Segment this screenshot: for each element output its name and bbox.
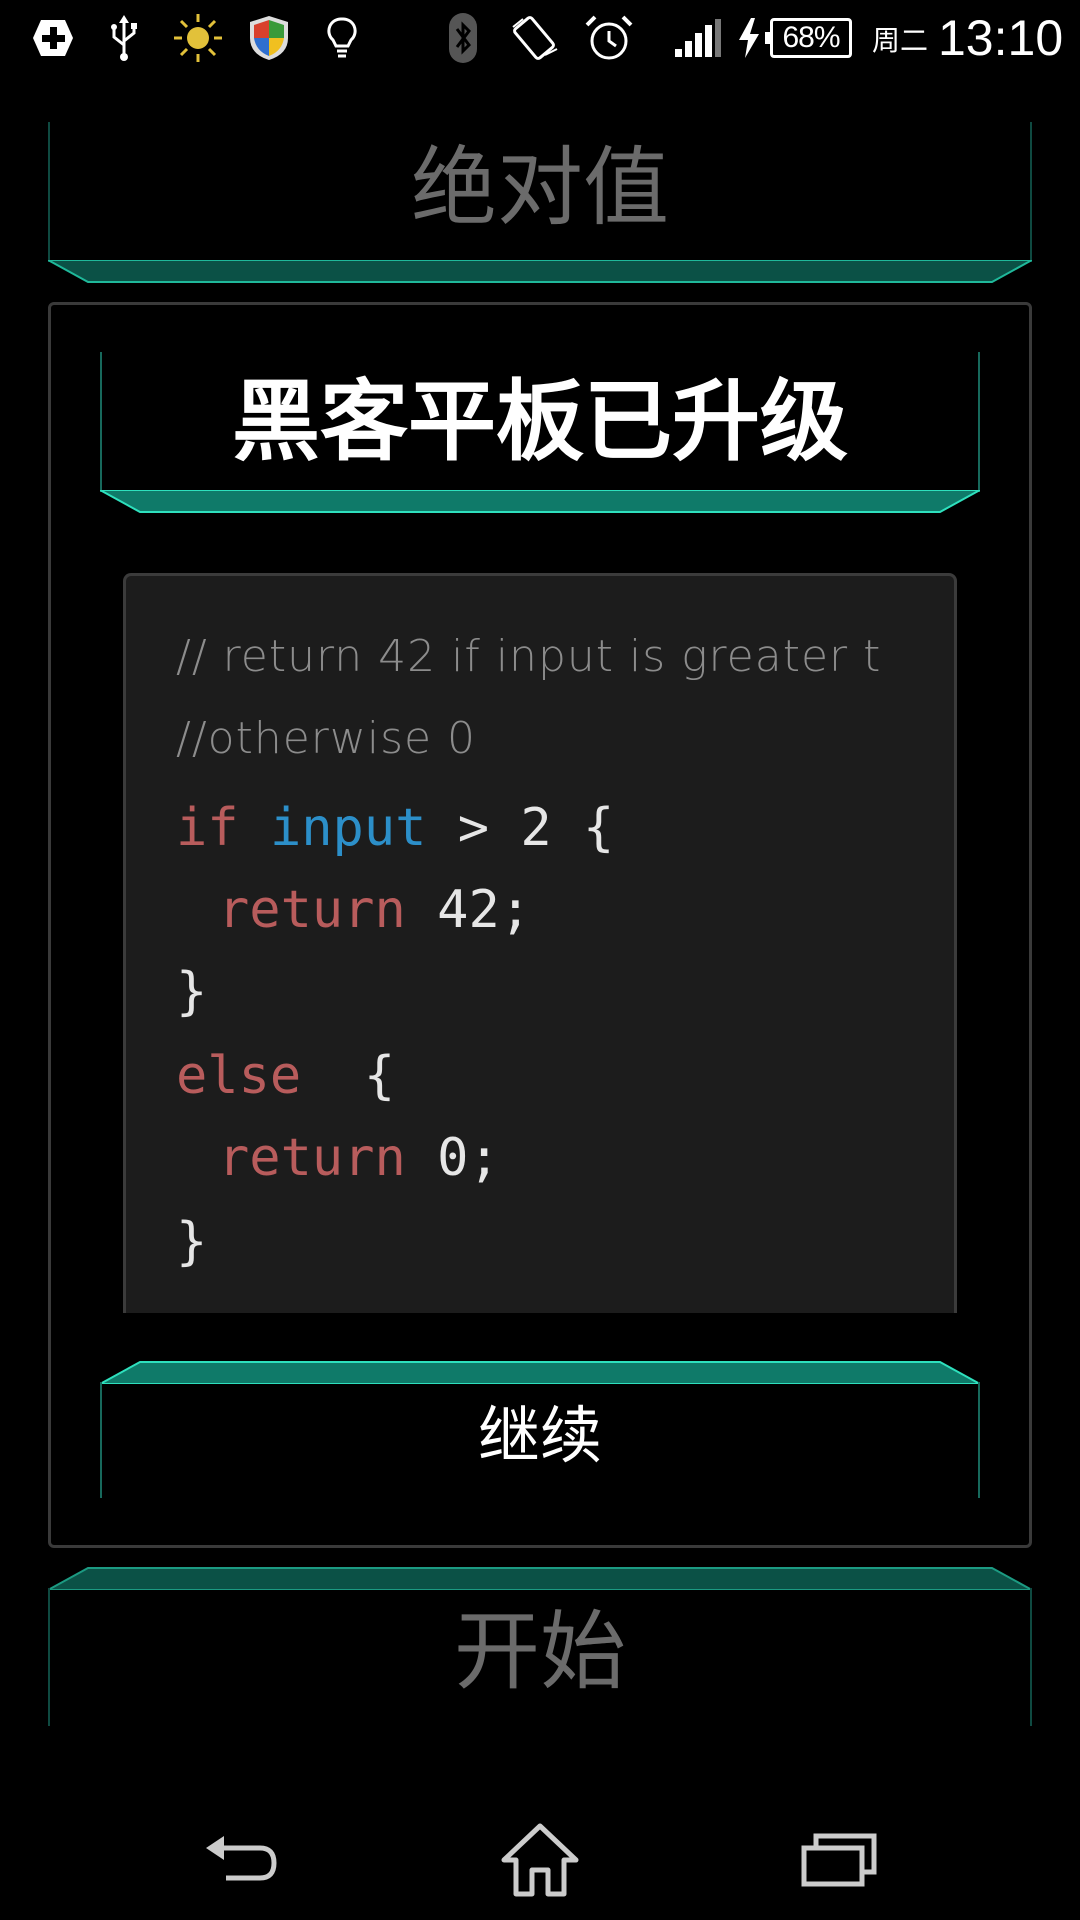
medical-plus-icon (28, 0, 78, 76)
start-label: 开始 (454, 1602, 626, 1702)
panel-bevel (100, 490, 980, 514)
charging-bolt-icon (734, 0, 764, 76)
usb-icon (104, 0, 144, 76)
continue-label: 继续 (477, 1399, 602, 1472)
absolute-value-panel[interactable]: 绝对值 (48, 122, 1032, 284)
dialog-title: 黑客平板已升级 (231, 370, 848, 473)
panel-bevel (48, 1566, 1032, 1590)
navigation-bar (0, 1800, 1080, 1920)
recents-button[interactable] (760, 1800, 920, 1920)
lightbulb-icon (322, 0, 362, 76)
code-text: 0; (405, 1128, 500, 1188)
screen-rotate-icon (508, 0, 564, 76)
absolute-value-label: 绝对值 (411, 138, 669, 238)
signal-icon (674, 0, 722, 76)
continue-button[interactable]: 继续 (100, 1360, 980, 1498)
home-icon (501, 1823, 579, 1897)
code-keyword: if (176, 798, 239, 858)
code-line-if: if input > 2 { (176, 798, 614, 858)
code-identifier: input (269, 798, 427, 858)
panel-bevel (48, 260, 1032, 284)
status-bar: 68% 周二 13:10 (0, 0, 1080, 76)
code-line-close-brace: } (176, 962, 208, 1022)
code-keyword: return (218, 1128, 406, 1188)
alarm-clock-icon (582, 0, 636, 76)
status-day: 周二 (872, 24, 929, 57)
code-line-else: else { (176, 1046, 395, 1106)
code-keyword: else (176, 1046, 302, 1106)
code-snippet: // return 42 if input is greater t //oth… (123, 573, 957, 1313)
recents-icon (801, 1833, 877, 1887)
sun-icon (170, 0, 226, 76)
code-line-return-42: return 42; (218, 880, 531, 940)
dialog-title-panel: 黑客平板已升级 (100, 352, 980, 514)
code-text: 42; (405, 880, 532, 940)
battery-icon: 68% (765, 18, 852, 58)
panel-bevel (100, 1360, 980, 1384)
code-line-close-brace: } (176, 1212, 208, 1272)
code-line-return-0: return 0; (218, 1128, 500, 1188)
back-icon (206, 1836, 277, 1881)
status-time: 13:10 (938, 10, 1064, 66)
back-button[interactable] (162, 1800, 322, 1920)
code-comment: //otherwise 0 (176, 713, 477, 764)
battery-percent: 68% (782, 21, 840, 54)
home-button[interactable] (460, 1800, 620, 1920)
code-comment: // return 42 if input is greater t (176, 631, 882, 682)
shield-icon (246, 0, 292, 76)
start-button[interactable]: 开始 (48, 1566, 1032, 1726)
code-text: { (301, 1046, 396, 1106)
code-text: > 2 { (426, 798, 615, 858)
code-keyword: return (218, 880, 406, 940)
bluetooth-icon (448, 0, 478, 76)
